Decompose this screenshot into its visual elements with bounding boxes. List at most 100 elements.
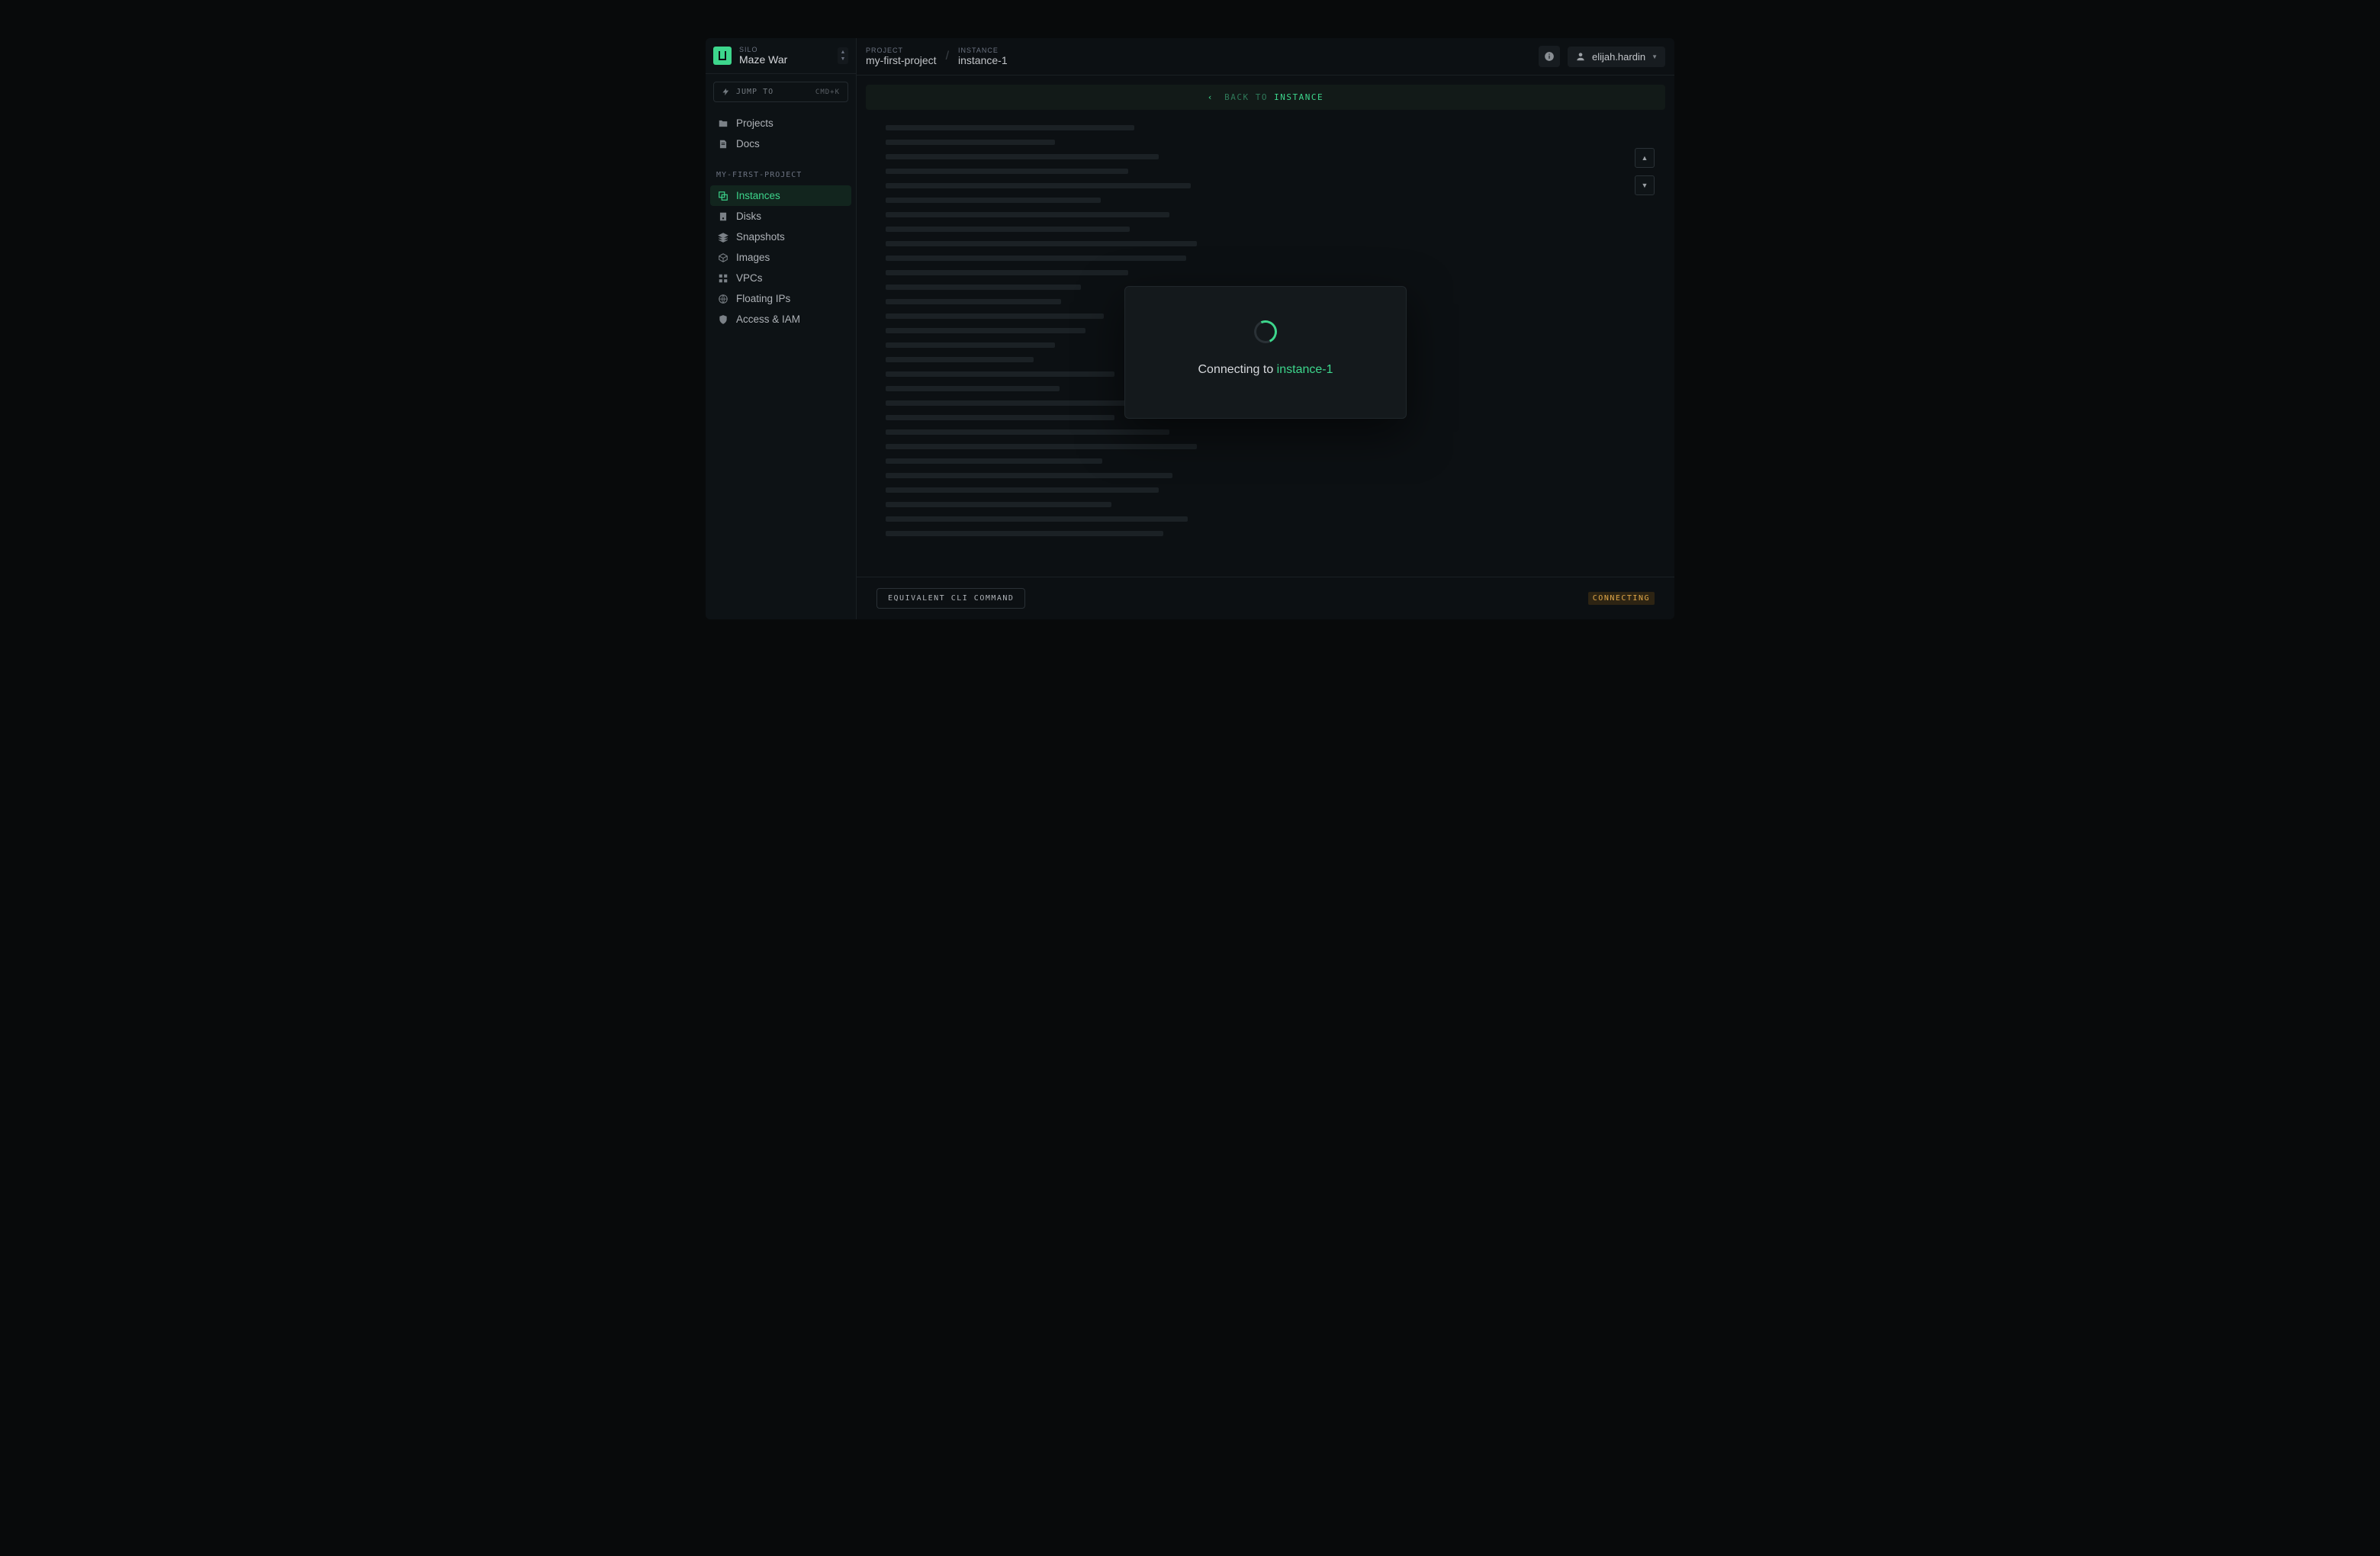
project-heading: MY-FIRST-PROJECT (706, 154, 856, 185)
sidebar-item-projects[interactable]: Projects (710, 113, 851, 133)
main: PROJECT my-first-project / INSTANCE inst… (857, 38, 1674, 619)
skeleton-line (886, 444, 1197, 449)
sidebar-item-access-iam[interactable]: Access & IAM (710, 309, 851, 330)
skeleton-line (886, 198, 1101, 203)
sidebar-item-snapshots[interactable]: Snapshots (710, 227, 851, 247)
skeleton-line (886, 299, 1061, 304)
jump-to-label: JUMP TO (736, 88, 774, 96)
chevron-down-icon: ▼ (1652, 53, 1658, 60)
connecting-prefix: Connecting to (1198, 363, 1276, 376)
user-menu-button[interactable]: elijah.hardin ▼ (1568, 47, 1665, 67)
skeleton-line (886, 154, 1159, 159)
nav-project: Instances Disks Snapshots Images VPCs (706, 185, 856, 330)
skeleton-line (886, 415, 1114, 420)
breadcrumb-instance[interactable]: INSTANCE instance-1 (958, 47, 1008, 66)
connecting-modal: Connecting to instance-1 (1124, 286, 1407, 419)
back-prefix: BACK TO (1224, 92, 1274, 102)
grid-icon (718, 273, 728, 284)
back-to-instance-button[interactable]: ‹ BACK TO INSTANCE (866, 85, 1665, 110)
globe-icon (718, 294, 728, 304)
nav-top: Projects Docs (706, 113, 856, 154)
shield-icon (718, 314, 728, 325)
footer-bar: EQUIVALENT CLI COMMAND CONNECTING (857, 577, 1674, 619)
skeleton-line (886, 169, 1128, 174)
silo-text: SILO Maze War (739, 46, 838, 66)
breadcrumb-label: PROJECT (866, 47, 937, 54)
document-icon (718, 139, 728, 149)
breadcrumb-project[interactable]: PROJECT my-first-project (866, 47, 937, 66)
logo-icon (713, 47, 732, 65)
skeleton-line (886, 285, 1081, 290)
skeleton-line (886, 487, 1159, 493)
skeleton-line (886, 502, 1111, 507)
app-body: SILO Maze War ▲▼ JUMP TO CMD+K Projects (706, 38, 1674, 619)
skeleton-line (886, 270, 1128, 275)
jump-to-shortcut: CMD+K (815, 88, 840, 96)
content: ‹ BACK TO INSTANCE ▲ ▼ Connecting to ins… (857, 76, 1674, 577)
sidebar-item-instances[interactable]: Instances (710, 185, 851, 206)
sidebar-item-label: Images (736, 252, 770, 263)
sidebar-item-floating-ips[interactable]: Floating IPs (710, 288, 851, 309)
console-area: ▲ ▼ Connecting to instance-1 (866, 110, 1665, 567)
sidebar-item-label: Snapshots (736, 231, 785, 243)
folder-icon (718, 118, 728, 129)
breadcrumb-separator: / (944, 50, 950, 63)
sidebar-item-label: Access & IAM (736, 313, 800, 325)
equivalent-cli-button[interactable]: EQUIVALENT CLI COMMAND (876, 588, 1025, 609)
skeleton-line (886, 256, 1186, 261)
skeleton-line (886, 458, 1102, 464)
skeleton-line (886, 357, 1034, 362)
app-frame: SILO Maze War ▲▼ JUMP TO CMD+K Projects (706, 38, 1674, 619)
skeleton-line (886, 125, 1134, 130)
skeleton-line (886, 313, 1104, 319)
sidebar-item-label: Docs (736, 138, 760, 149)
skeleton-line (886, 183, 1191, 188)
info-icon (1544, 51, 1555, 62)
skeleton-line (886, 227, 1130, 232)
sidebar-item-vpcs[interactable]: VPCs (710, 268, 851, 288)
skeleton-line (886, 473, 1172, 478)
skeleton-line (886, 328, 1085, 333)
instances-icon (718, 191, 728, 201)
silo-label: SILO (739, 46, 838, 53)
connecting-instance: instance-1 (1277, 363, 1333, 376)
sidebar-item-label: Disks (736, 211, 761, 222)
sidebar-item-label: Floating IPs (736, 293, 790, 304)
breadcrumb-label: INSTANCE (958, 47, 1008, 54)
bolt-icon (722, 88, 730, 96)
info-button[interactable] (1539, 46, 1560, 67)
sidebar-item-docs[interactable]: Docs (710, 133, 851, 154)
skeleton-line (886, 516, 1188, 522)
user-name: elijah.hardin (1592, 51, 1645, 63)
sidebar: SILO Maze War ▲▼ JUMP TO CMD+K Projects (706, 38, 857, 619)
skeleton-line (886, 212, 1169, 217)
status-badge: CONNECTING (1588, 592, 1655, 605)
breadcrumb-value: my-first-project (866, 54, 937, 66)
user-icon (1575, 51, 1586, 62)
skeleton-line (886, 241, 1197, 246)
cube-icon (718, 252, 728, 263)
cli-button-label: EQUIVALENT CLI COMMAND (888, 594, 1014, 603)
sidebar-item-label: VPCs (736, 272, 763, 284)
jump-to-button[interactable]: JUMP TO CMD+K (713, 82, 848, 102)
scroll-up-button[interactable]: ▲ (1635, 148, 1655, 168)
chevron-left-icon: ‹ (1208, 92, 1214, 102)
skeleton-line (886, 531, 1163, 536)
back-target: INSTANCE (1274, 92, 1323, 102)
disk-icon (718, 211, 728, 222)
scroll-down-button[interactable]: ▼ (1635, 175, 1655, 195)
skeleton-line (886, 371, 1114, 377)
skeleton-line (886, 386, 1060, 391)
breadcrumb-bar: PROJECT my-first-project / INSTANCE inst… (857, 38, 1674, 76)
silo-selector[interactable]: SILO Maze War ▲▼ (706, 38, 856, 74)
sidebar-item-images[interactable]: Images (710, 247, 851, 268)
updown-caret-icon[interactable]: ▲▼ (838, 47, 848, 64)
skeleton-line (886, 342, 1055, 348)
sidebar-item-label: Projects (736, 117, 774, 129)
silo-name: Maze War (739, 53, 838, 66)
sidebar-item-disks[interactable]: Disks (710, 206, 851, 227)
status-text: CONNECTING (1593, 594, 1650, 603)
breadcrumb-value: instance-1 (958, 54, 1008, 66)
skeleton-line (886, 140, 1055, 145)
layers-icon (718, 232, 728, 243)
